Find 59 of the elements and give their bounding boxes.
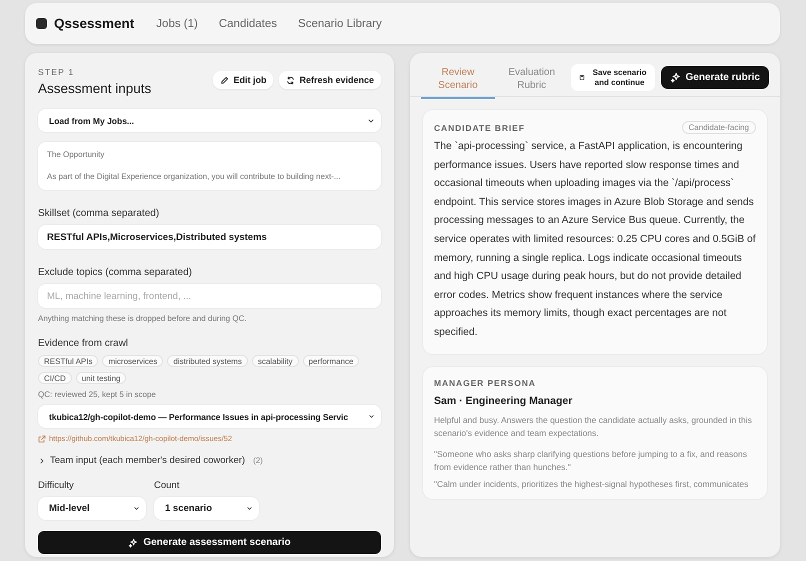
hint-text: Anything matching these is dropped before and during QC. (38, 314, 248, 323)
description-box[interactable]: The Opportunity As part of the Digital Experience organization, you will contribute to building next-... (38, 142, 381, 190)
persona-summary: Helpful and busy. Answers the question the candidate actually asks, grounded in this scenario's evidence and team expectations. (434, 414, 753, 440)
generate-rubric-button[interactable]: Generate rubric (660, 66, 769, 89)
evidence-tag: performance (302, 355, 360, 367)
field-label: Skillset (comma separated) (38, 208, 160, 219)
evidence-tag: distributed systems (167, 355, 248, 367)
field-label: Difficulty (38, 480, 75, 491)
pencil-icon (220, 76, 230, 84)
chevron-icon (368, 413, 375, 420)
description-text: The Opportunity (47, 150, 106, 159)
nav-link[interactable]: Scenario Library (298, 18, 382, 30)
step-label: STEP 1 (38, 67, 76, 77)
select-value: 1 scenario (165, 503, 212, 514)
external-link-icon (38, 434, 46, 442)
evidence-tag: unit testing (76, 372, 126, 384)
audience-badge: Candidate-facing (682, 121, 756, 134)
chevron-icon (133, 505, 140, 512)
job-select-value: Load from My Jobs... (49, 116, 134, 126)
count-select[interactable]: 1 scenario (154, 497, 259, 520)
section-heading: CANDIDATE BRIEF (434, 122, 525, 132)
select-value: Mid-level (49, 503, 90, 514)
field-label: Evidence from crawl (38, 338, 130, 349)
refresh-evidence-button[interactable]: Refresh evidence (279, 71, 381, 89)
job-select[interactable]: Load from My Jobs... (38, 109, 381, 132)
evidence-select[interactable]: tkubica12/gh-copilot-demo — Performance Issues in api-processing Servic (38, 405, 381, 428)
evidence-tag: microservices (102, 355, 164, 367)
evidence-select-value: tkubica12/gh-copilot-demo — Performance Issues in api-processing Servic (49, 412, 348, 422)
nav-link[interactable]: Jobs (1) (156, 18, 198, 30)
difficulty-select[interactable]: Mid-level (38, 497, 146, 520)
panel-title: Assessment inputs (38, 81, 152, 96)
skillset-field[interactable]: RESTful APIs,Microservices,Distributed systems (38, 225, 381, 249)
chevron-icon (246, 505, 253, 512)
team-input-toggle[interactable]: Team input (each member's desired coworker) (50, 455, 246, 466)
evidence-tag: scalability (252, 355, 299, 367)
refresh-icon (286, 76, 296, 84)
generate-scenario-button[interactable]: Generate assessment scenario (38, 531, 381, 554)
persona-quote: "Someone who asks sharp clarifying questions before jumping to a fix, and reasons from evidence rather than hunches." (434, 448, 748, 474)
description-text: As part of the Digital Experience organization, you will contribute to building next-... (47, 172, 342, 181)
evidence-tag: RESTful APIs (38, 355, 98, 367)
edit-job-button[interactable]: Edit job (213, 71, 274, 89)
field-label: Count (154, 480, 180, 491)
sparkle-icon (128, 538, 138, 548)
brand-name: Qssessment (54, 16, 134, 31)
section-heading: MANAGER PERSONA (434, 378, 537, 388)
sparkle-icon (670, 72, 680, 83)
evidence-tag: CI/CD (38, 372, 72, 384)
exclude-field[interactable]: ML, machine learning, frontend, ... (38, 284, 381, 308)
logo-icon (36, 18, 47, 29)
team-count: (2) (253, 456, 263, 465)
field-label: Exclude topics (comma separated) (38, 267, 193, 278)
save-icon (578, 74, 585, 81)
save-scenario-button[interactable]: Save scenario and continue (570, 64, 654, 91)
persona-name: Sam · Engineering Manager (434, 394, 574, 407)
nav-link[interactable]: Candidates (218, 18, 278, 30)
persona-quote: "Calm under incidents, prioritizes the highest-signal hypotheses first, communicates (434, 478, 750, 491)
chevron-icon (367, 116, 375, 124)
brief-text: The `api-processing` service, a FastAPI application, is encountering performance issues. Users have reported slow response times and occasional timeouts when uploading images via the `/api/process` endpoint. This service stores images in Azure Blob Storage and sends processing messages to an Azure Service Bus queue. Currently, the service operates with limited resources: 0.25 CPU cores and 0.5GiB of memory, running a single replica. Logs indicate occasional timeouts and high CPU usage during peak hours, but do not provide detailed error codes. Metrics show frequent instances where the service approaches its memory limits, though exact percentages are not specified. (434, 140, 756, 340)
qc-summary: QC: reviewed 25, kept 5 in scope (38, 390, 157, 399)
